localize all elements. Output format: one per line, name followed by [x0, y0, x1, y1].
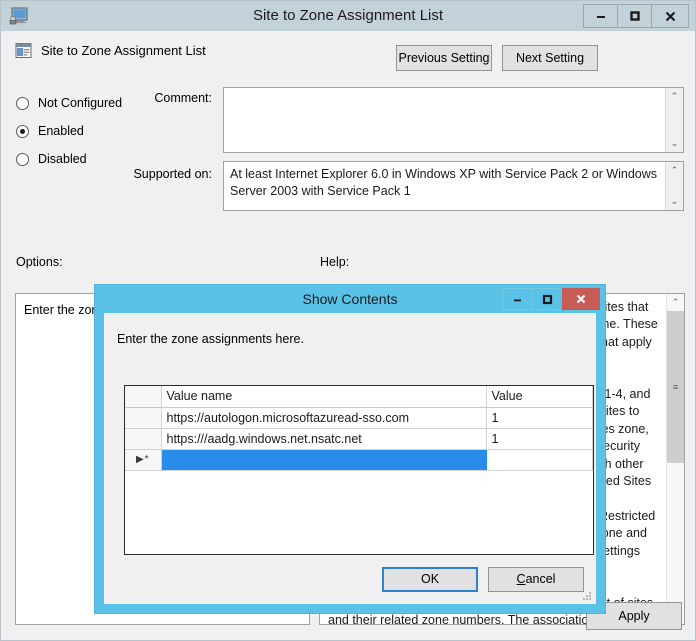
help-scrollbar[interactable]: ⌃ ≡ ⌄ — [666, 294, 684, 624]
zone-assignments-grid[interactable]: Value name Value https://autologon.micro… — [124, 385, 594, 555]
policy-title: Site to Zone Assignment List — [41, 43, 206, 58]
show-contents-maximize-button[interactable] — [532, 288, 562, 310]
close-icon — [576, 294, 586, 304]
window-controls — [583, 4, 689, 28]
comment-field[interactable]: ⌃ ⌄ — [223, 87, 684, 153]
policy-setting-icon — [15, 43, 32, 58]
supported-on-field: At least Internet Explorer 6.0 in Window… — [223, 161, 684, 211]
comment-value[interactable] — [224, 88, 665, 152]
scroll-up-icon[interactable]: ⌃ — [666, 88, 683, 105]
close-icon — [665, 11, 675, 21]
row-marker[interactable] — [125, 428, 162, 450]
scroll-down-icon[interactable]: ⌄ — [666, 193, 683, 210]
supported-on-label: Supported on: — [133, 167, 212, 181]
table-row[interactable]: https://autologon.microsoftazuread-sso.c… — [125, 407, 593, 429]
table-row-new[interactable]: ▶* — [125, 449, 593, 471]
radio-label: Enabled — [38, 124, 84, 138]
cell-value[interactable]: 1 — [486, 407, 593, 429]
minimize-icon — [596, 16, 605, 18]
radio-dot-icon — [16, 152, 29, 166]
cancel-button[interactable]: Cancel — [488, 567, 584, 592]
row-marker[interactable] — [125, 407, 162, 429]
cell-value[interactable] — [486, 449, 593, 471]
show-contents-footer: OK Cancel — [382, 567, 584, 592]
radio-label: Disabled — [38, 152, 87, 166]
scrollbar-thumb[interactable]: ≡ — [667, 311, 684, 463]
table-header-row: Value name Value — [125, 386, 593, 408]
cell-value[interactable]: 1 — [486, 428, 593, 450]
policy-header: Site to Zone Assignment List — [15, 42, 206, 59]
maximize-icon — [629, 11, 640, 21]
zone-assignments-table: Value name Value https://autologon.micro… — [125, 386, 593, 471]
row-selector-header — [125, 386, 162, 408]
radio-enabled[interactable]: Enabled — [16, 117, 122, 145]
setting-navigation: Previous Setting Next Setting — [396, 45, 598, 71]
cell-value-name[interactable]: https:///aadg.windows.net.nsatc.net — [161, 428, 487, 450]
cell-value-name-editing[interactable] — [161, 449, 487, 471]
comment-scrollbar[interactable]: ⌃ ⌄ — [665, 88, 683, 152]
resize-grip-icon[interactable] — [580, 589, 592, 601]
next-setting-button[interactable]: Next Setting — [502, 45, 598, 71]
supported-on-scrollbar[interactable]: ⌃ ⌄ — [665, 162, 683, 210]
column-header-value[interactable]: Value — [486, 386, 593, 408]
options-section-label: Options: — [16, 255, 63, 269]
supported-on-value: At least Internet Explorer 6.0 in Window… — [230, 167, 658, 198]
maximize-button[interactable] — [618, 5, 652, 27]
show-contents-minimize-button[interactable] — [502, 288, 532, 310]
scroll-down-icon[interactable]: ⌄ — [666, 135, 683, 152]
comment-label: Comment: — [154, 91, 212, 105]
show-contents-window-controls — [502, 288, 600, 310]
maximize-icon — [542, 294, 553, 304]
scroll-up-icon[interactable]: ⌃ — [667, 294, 684, 311]
cell-value-name[interactable]: https://autologon.microsoftazuread-sso.c… — [161, 407, 487, 429]
new-row-marker-icon[interactable]: ▶* — [125, 449, 162, 471]
minimize-button[interactable] — [584, 5, 618, 27]
close-button[interactable] — [652, 5, 688, 27]
table-row[interactable]: https:///aadg.windows.net.nsatc.net 1 — [125, 428, 593, 450]
previous-setting-button[interactable]: Previous Setting — [396, 45, 492, 71]
show-contents-dialog: Show Contents Enter the zone assignments… — [95, 285, 605, 613]
window-titlebar: Site to Zone Assignment List — [1, 1, 695, 31]
cancel-label-rest: ancel — [525, 572, 556, 586]
column-header-value-name[interactable]: Value name — [161, 386, 487, 408]
show-contents-close-button[interactable] — [562, 288, 600, 310]
cancel-accel-letter: C — [516, 572, 526, 586]
scroll-up-icon[interactable]: ⌃ — [666, 162, 683, 179]
show-contents-titlebar: Show Contents — [95, 285, 605, 313]
show-contents-instruction: Enter the zone assignments here. — [117, 332, 304, 346]
radio-dot-icon — [16, 96, 29, 110]
minimize-icon — [514, 299, 521, 301]
ok-button[interactable]: OK — [382, 567, 478, 592]
show-contents-body: Enter the zone assignments here. Value n… — [104, 313, 596, 604]
radio-dot-selected-icon — [16, 124, 29, 138]
help-section-label: Help: — [320, 255, 350, 269]
